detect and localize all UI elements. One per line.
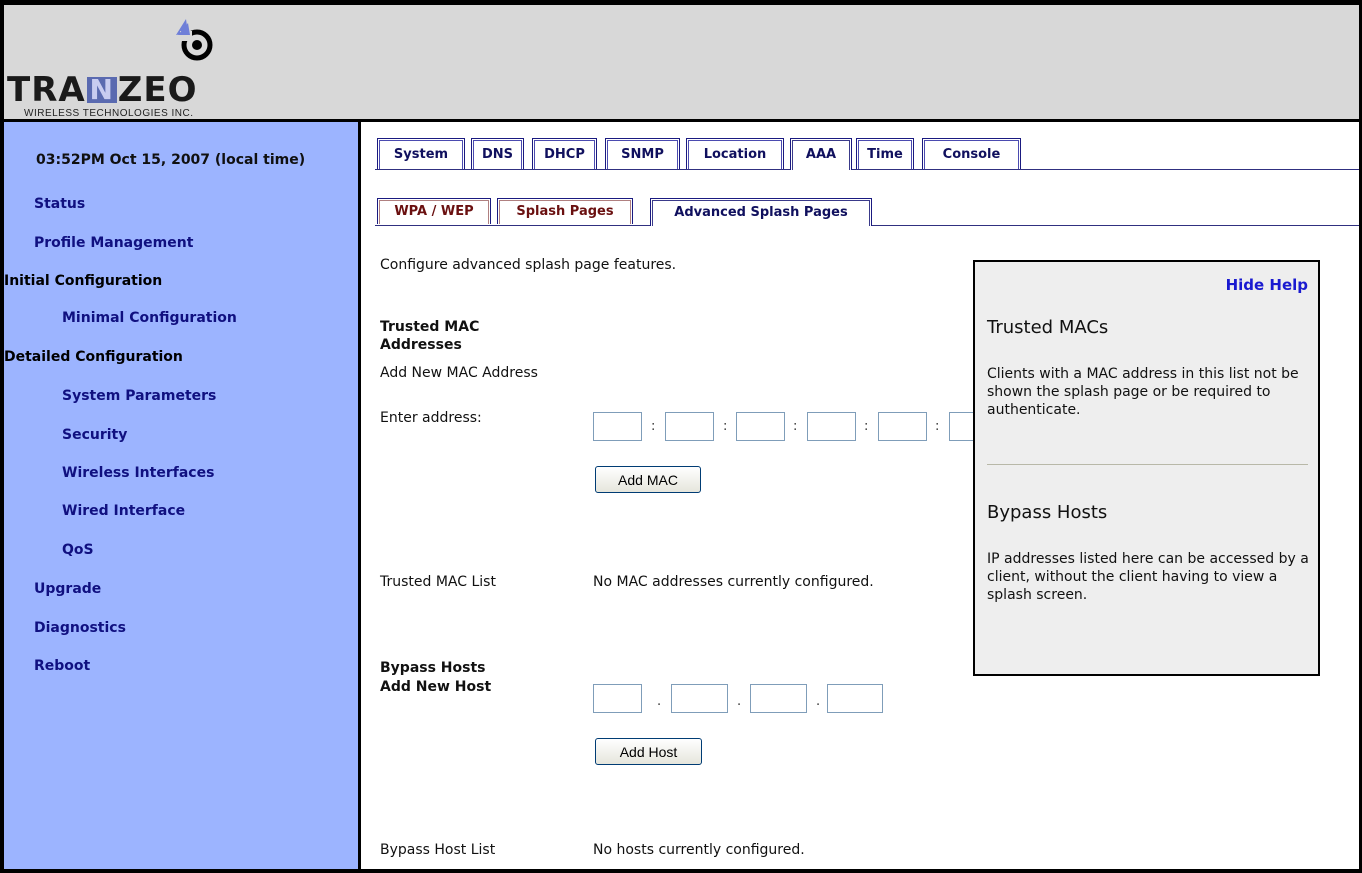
sub-tab-bar: WPA / WEP Splash Pages Advanced Splash P…: [361, 198, 1359, 230]
hide-help-link[interactable]: Hide Help: [1226, 276, 1308, 294]
help-trusted-title: Trusted MACs: [987, 317, 1109, 338]
add-host-button[interactable]: Add Host: [595, 738, 702, 765]
mac-separator: :: [864, 419, 869, 434]
help-trusted-text: Clients with a MAC address in this list …: [987, 366, 1299, 418]
trusted-mac-heading-line2: Addresses: [380, 337, 462, 353]
help-panel: Hide Help Trusted MACs Clients with a MA…: [973, 260, 1320, 676]
add-new-host-label: Add New Host: [380, 679, 492, 695]
brand-tagline: WIRELESS TECHNOLOGIES INC.: [24, 108, 194, 119]
host-octet-2-input[interactable]: [671, 684, 728, 713]
mac-octet-1-input[interactable]: [593, 412, 642, 441]
host-octet-3-input[interactable]: [750, 684, 807, 713]
add-mac-label: Add New MAC Address: [380, 365, 538, 381]
sidebar-item-system-parameters[interactable]: System Parameters: [62, 388, 216, 404]
tab-snmp[interactable]: SNMP: [605, 138, 680, 169]
tab-aaa[interactable]: AAA: [790, 138, 852, 170]
mac-octet-3-input[interactable]: [736, 412, 785, 441]
tab-dns[interactable]: DNS: [471, 138, 524, 169]
sidebar-item-detailed-configuration[interactable]: Detailed Configuration: [4, 349, 183, 365]
brand-name-left: TRA: [7, 70, 86, 110]
tab-system[interactable]: System: [377, 138, 465, 169]
sidebar-item-diagnostics[interactable]: Diagnostics: [34, 620, 126, 636]
main-content: System DNS DHCP SNMP Location AAA Time C…: [361, 122, 1359, 869]
mac-separator: :: [935, 419, 940, 434]
ip-separator: .: [737, 694, 742, 709]
mac-separator: :: [793, 419, 798, 434]
sidebar-item-status[interactable]: Status: [34, 196, 85, 212]
sidebar-item-qos[interactable]: QoS: [62, 542, 94, 558]
bypass-host-list-label: Bypass Host List: [380, 842, 496, 858]
bypass-hosts-heading: Bypass Hosts: [380, 660, 486, 676]
sidebar-item-security[interactable]: Security: [62, 427, 127, 443]
page-frame: TRA N ZEO WIRELESS TECHNOLOGIES INC. 03:52…: [4, 5, 1359, 869]
help-divider: [987, 464, 1308, 465]
local-time-clock: 03:52PM Oct 15, 2007 (local time): [36, 152, 306, 168]
tab-console[interactable]: Console: [922, 138, 1021, 169]
brand-logo[interactable]: TRA N ZEO WIRELESS TECHNOLOGIES INC.: [7, 17, 297, 119]
trusted-mac-list-value: No MAC addresses currently configured.: [593, 574, 874, 590]
enter-address-label: Enter address:: [380, 410, 482, 426]
ip-separator: .: [657, 694, 662, 709]
trusted-mac-list-label: Trusted MAC List: [380, 574, 496, 590]
trusted-mac-heading-line1: Trusted MAC: [380, 319, 480, 335]
brand-name-right: ZEO: [117, 70, 198, 110]
mac-octet-4-input[interactable]: [807, 412, 856, 441]
mac-octet-5-input[interactable]: [878, 412, 927, 441]
intro-text: Configure advanced splash page features.: [380, 257, 677, 273]
logo-mark-icon: [176, 19, 213, 61]
tab-splash-pages[interactable]: Splash Pages: [497, 198, 633, 224]
bypass-host-list-value: No hosts currently configured.: [593, 842, 805, 858]
add-mac-button[interactable]: Add MAC: [595, 466, 701, 493]
ip-separator: .: [816, 694, 821, 709]
brand-wordmark: TRA N ZEO: [7, 73, 197, 107]
mac-separator: :: [651, 419, 656, 434]
mac-octet-2-input[interactable]: [665, 412, 714, 441]
main-tab-bar: System DNS DHCP SNMP Location AAA Time C…: [361, 138, 1359, 170]
sidebar-item-initial-configuration[interactable]: Initial Configuration: [4, 273, 162, 289]
host-octet-4-input[interactable]: [827, 684, 883, 713]
tab-dhcp[interactable]: DHCP: [532, 138, 597, 169]
sidebar-item-wired-interface[interactable]: Wired Interface: [62, 503, 185, 519]
sidebar: 03:52PM Oct 15, 2007 (local time) Status…: [4, 122, 361, 869]
sidebar-item-upgrade[interactable]: Upgrade: [34, 581, 101, 597]
mac-separator: :: [723, 419, 728, 434]
sidebar-item-profile-management[interactable]: Profile Management: [34, 235, 193, 251]
tab-location[interactable]: Location: [686, 138, 784, 169]
help-bypass-title: Bypass Hosts: [987, 502, 1108, 523]
tab-time[interactable]: Time: [856, 138, 914, 169]
tab-wpa-wep[interactable]: WPA / WEP: [377, 198, 491, 224]
host-octet-1-input[interactable]: [593, 684, 642, 713]
brand-name-box: N: [86, 76, 117, 104]
main-tab-baseline: [375, 169, 1359, 170]
tab-advanced-splash-pages[interactable]: Advanced Splash Pages: [650, 198, 872, 226]
sidebar-item-minimal-configuration[interactable]: Minimal Configuration: [62, 310, 237, 326]
sidebar-item-reboot[interactable]: Reboot: [34, 658, 90, 674]
help-bypass-text: IP addresses listed here can be accessed…: [987, 551, 1309, 603]
sidebar-item-wireless-interfaces[interactable]: Wireless Interfaces: [62, 465, 214, 481]
header: TRA N ZEO WIRELESS TECHNOLOGIES INC.: [4, 5, 1359, 122]
